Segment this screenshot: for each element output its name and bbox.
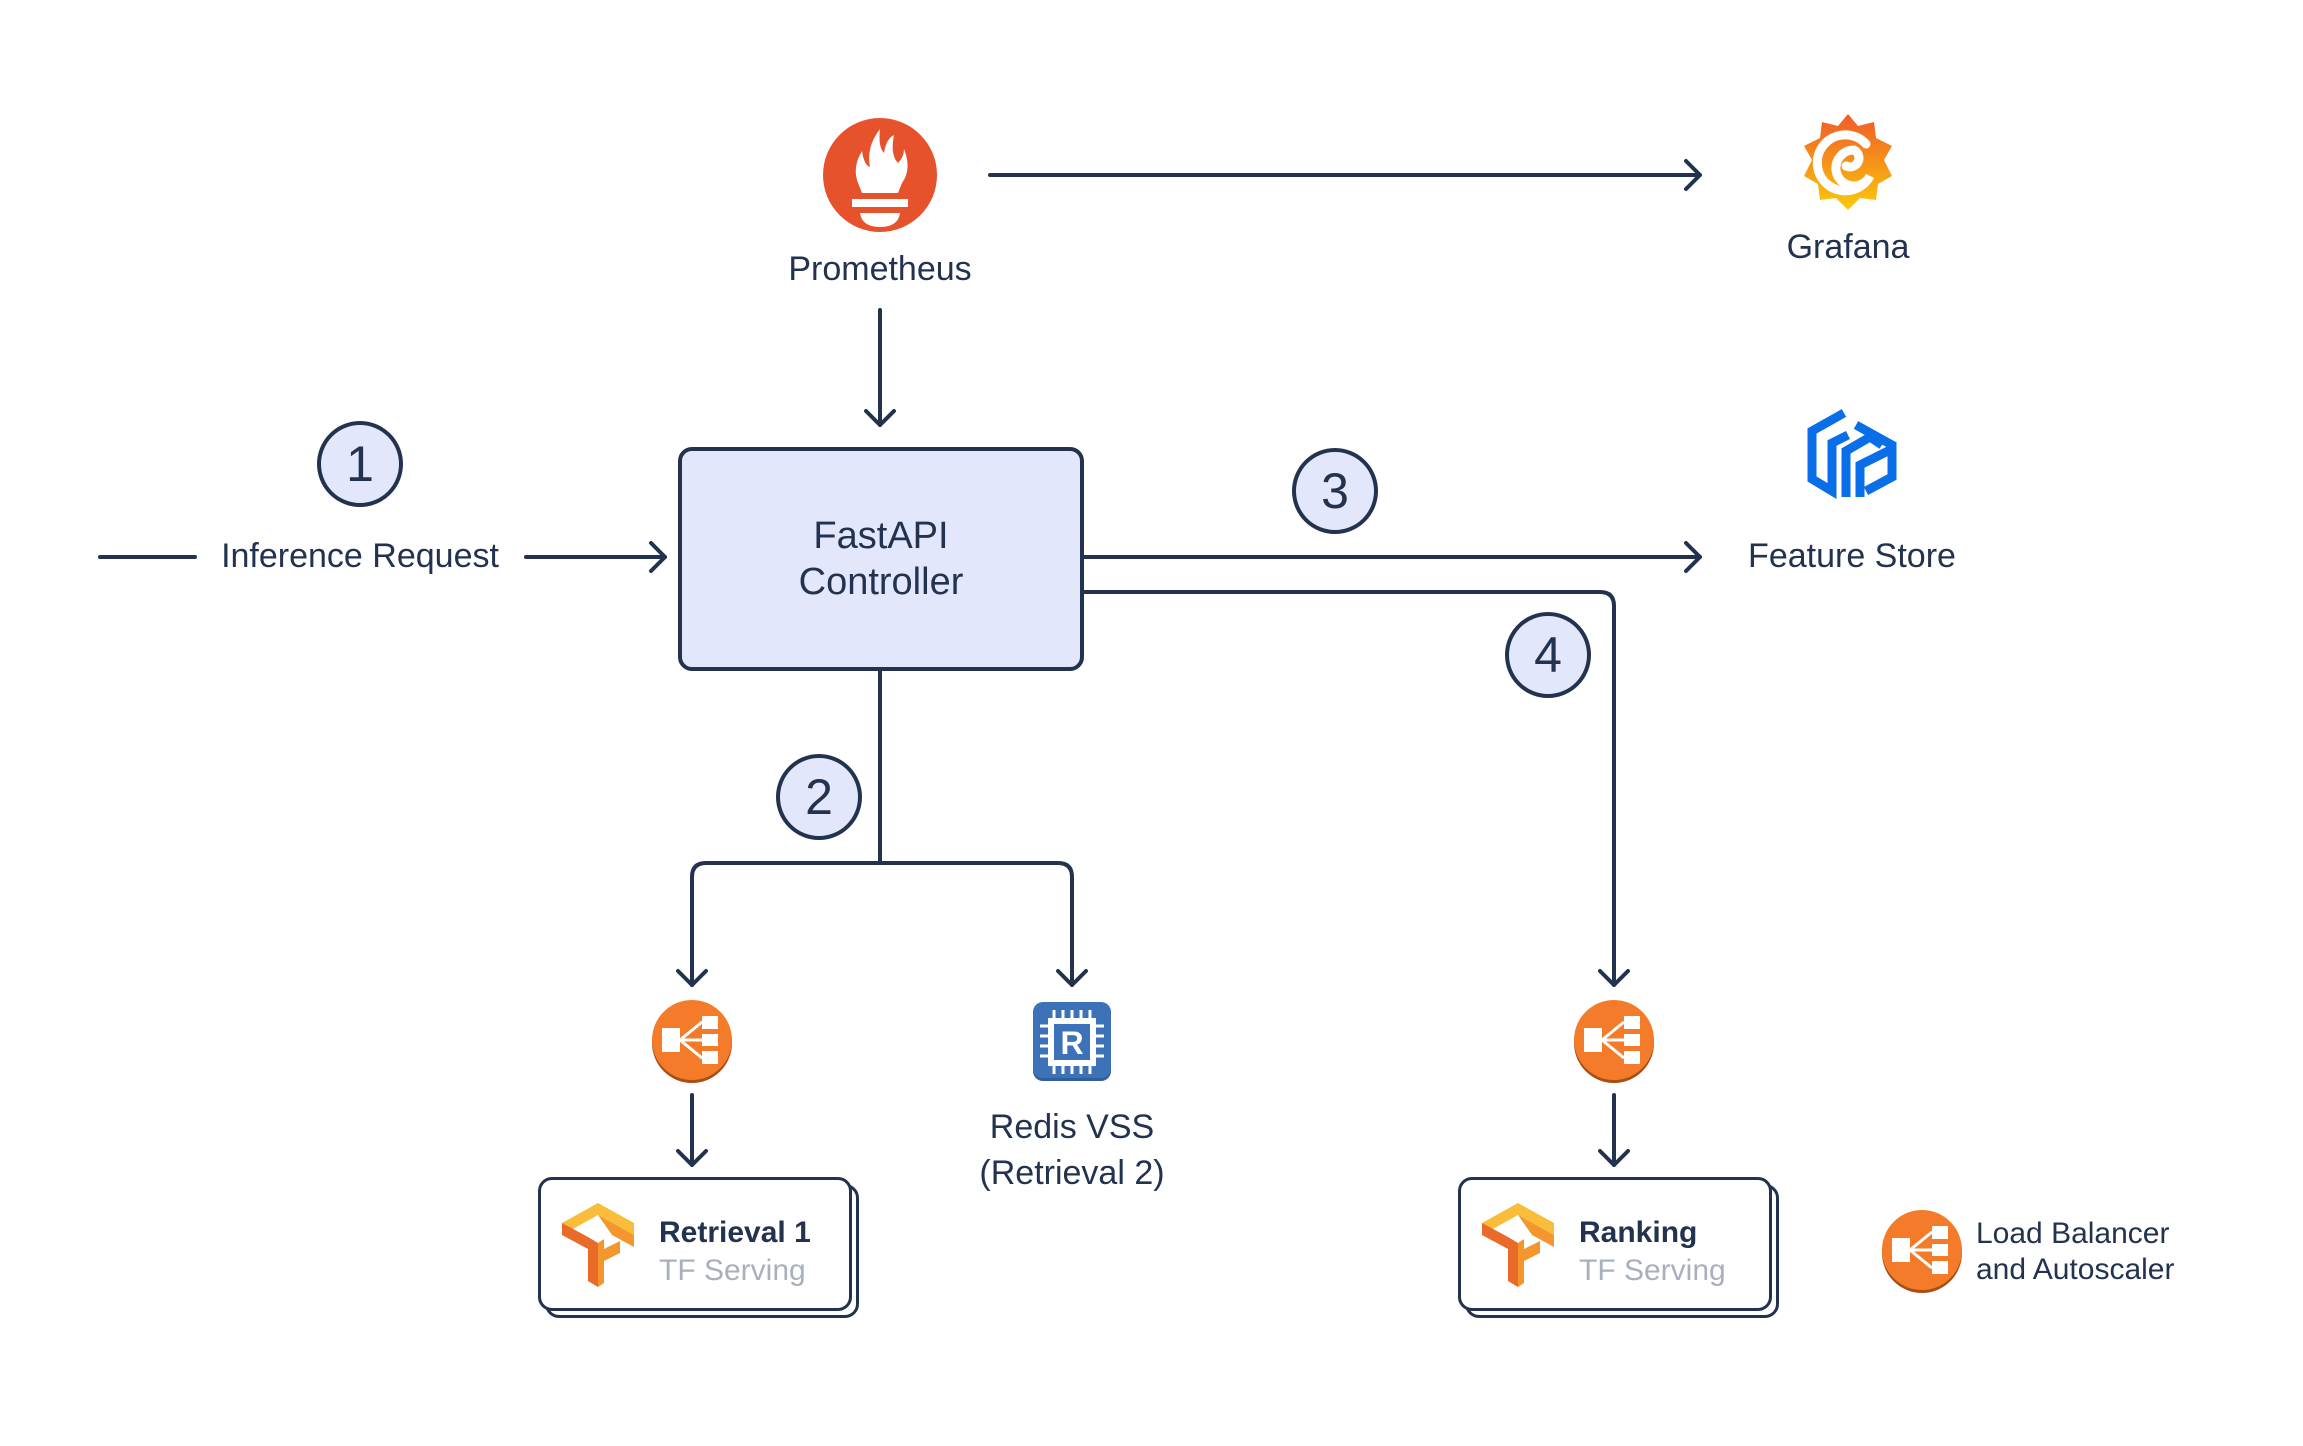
ranking-card[interactable]: Ranking TF Serving <box>1458 1177 1772 1311</box>
retrieval1-card[interactable]: Retrieval 1 TF Serving <box>538 1177 852 1311</box>
load-balancer-icon <box>1574 1000 1654 1083</box>
legend-line1: Load Balancer <box>1976 1217 2170 1250</box>
step-badge-4: 4 <box>1505 612 1591 698</box>
edge-controller-feature-store <box>1082 541 1702 573</box>
edge-lb-ranking <box>1598 1093 1630 1167</box>
diagram-canvas: R <box>98 114 1962 1293</box>
edge-prometheus-controller <box>864 308 896 427</box>
controller-label-line1: FastAPI <box>813 515 949 557</box>
step-badge-1: 1 <box>317 421 403 507</box>
grafana-label: Grafana <box>1786 228 1910 266</box>
edge-controller-retrieval-fork <box>676 665 1088 987</box>
grafana-swirl-icon <box>1804 114 1892 210</box>
inference-request-label: Inference Request <box>221 537 499 575</box>
edge-lb-retrieval1 <box>676 1093 708 1167</box>
retrieval1-title: Retrieval 1 <box>659 1216 811 1249</box>
prometheus-torch-icon <box>823 118 937 232</box>
controller-label-line2: Controller <box>798 561 964 603</box>
fastapi-controller-node[interactable]: FastAPI Controller <box>678 447 1084 671</box>
svg-text:R: R <box>1060 1025 1083 1061</box>
step-badge-3: 3 <box>1292 448 1378 534</box>
redis-chip-icon: R <box>1033 1002 1111 1081</box>
redis-label: Redis VSS (Retrieval 2) <box>979 1104 1164 1196</box>
step-badge-2: 2 <box>776 754 862 840</box>
edge-prometheus-grafana <box>988 159 1702 191</box>
legend: Load Balancer and Autoscaler <box>1976 1216 2174 1288</box>
load-balancer-icon <box>652 1000 732 1083</box>
feature-store-label: Feature Store <box>1748 537 1956 575</box>
prometheus-label: Prometheus <box>788 250 972 288</box>
ranking-title: Ranking <box>1579 1216 1698 1249</box>
legend-load-balancer-icon <box>1882 1210 1962 1293</box>
legend-line2: and Autoscaler <box>1976 1253 2175 1286</box>
ranking-subtitle: TF Serving <box>1579 1254 1726 1287</box>
redis-label-line2: (Retrieval 2) <box>979 1154 1165 1192</box>
feature-store-cube-icon <box>1807 409 1897 499</box>
retrieval1-subtitle: TF Serving <box>659 1254 806 1287</box>
redis-label-line1: Redis VSS <box>989 1108 1155 1146</box>
